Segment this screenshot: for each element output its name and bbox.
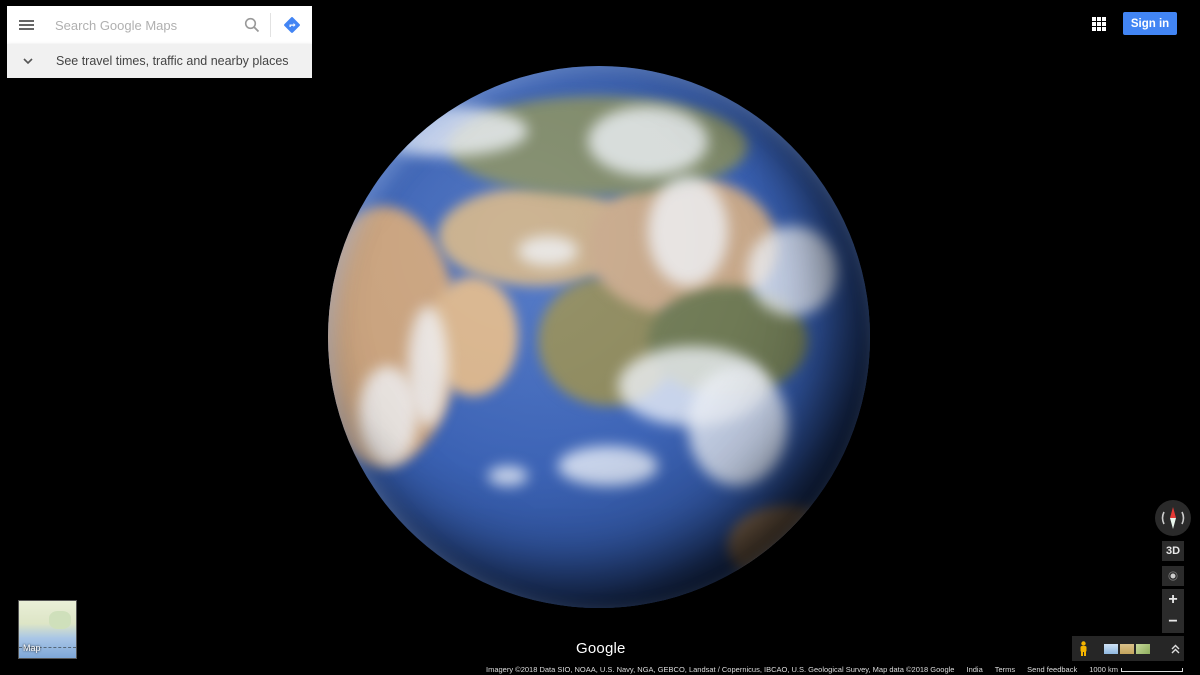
my-location-icon: [1168, 571, 1178, 581]
map-view-toggle[interactable]: Map: [18, 600, 77, 659]
scale-indicator[interactable]: 1000 km: [1089, 665, 1195, 674]
my-location-button[interactable]: [1162, 566, 1184, 586]
sign-in-button[interactable]: Sign in: [1123, 12, 1177, 35]
region-link[interactable]: India: [966, 665, 982, 674]
apps-grid-icon[interactable]: [1092, 17, 1106, 31]
search-button[interactable]: [233, 6, 270, 44]
3d-toggle-button[interactable]: 3D: [1162, 541, 1184, 561]
layer-thumbnail-icon[interactable]: [1120, 643, 1134, 654]
layer-thumbnail-icon[interactable]: [1104, 643, 1118, 654]
search-input[interactable]: [46, 6, 234, 44]
layer-thumbnail-icon[interactable]: [1136, 643, 1150, 654]
search-icon: [244, 17, 259, 33]
pegman-icon[interactable]: [1079, 641, 1088, 656]
zoom-controls: + −: [1162, 589, 1184, 633]
google-logo: Google: [576, 640, 626, 657]
directions-icon: [283, 17, 300, 33]
terms-link[interactable]: Terms: [995, 665, 1015, 674]
menu-icon[interactable]: [7, 6, 46, 44]
travel-times-bar[interactable]: See travel times, traffic and nearby pla…: [7, 44, 312, 78]
layers-strip: [1072, 636, 1184, 661]
compass-button[interactable]: [1155, 500, 1191, 536]
minimap-label: Map: [23, 643, 41, 653]
footer-bar: Imagery ©2018 Data SIO, NOAA, U.S. Navy,…: [486, 664, 1195, 675]
compass-icon: [1161, 507, 1185, 529]
attribution-text: Imagery ©2018 Data SIO, NOAA, U.S. Navy,…: [486, 665, 955, 674]
zoom-in-button[interactable]: +: [1168, 589, 1177, 611]
send-feedback-link[interactable]: Send feedback: [1027, 665, 1077, 674]
search-box: [7, 6, 312, 44]
travel-times-label: See travel times, traffic and nearby pla…: [56, 54, 289, 68]
zoom-out-button[interactable]: −: [1168, 611, 1177, 633]
chevron-up-double-icon[interactable]: [1171, 644, 1180, 654]
chevron-down-icon: [23, 57, 33, 64]
scale-label: 1000 km: [1089, 665, 1118, 674]
minimap-land: [49, 611, 71, 629]
scale-bar: [1121, 668, 1183, 672]
earth-globe-view[interactable]: [328, 66, 870, 608]
directions-button[interactable]: [271, 6, 312, 44]
globe-rim: [328, 66, 870, 608]
